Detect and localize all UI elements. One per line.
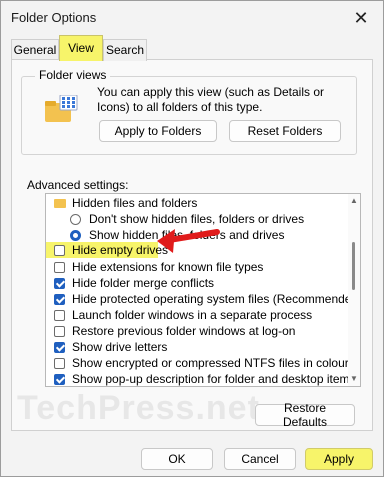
checkbox-show-encrypted-colour[interactable] [54, 358, 65, 369]
folder-icon [54, 199, 66, 208]
list-item-label: Show drive letters [72, 340, 168, 354]
checkbox-restore-previous-windows[interactable] [54, 326, 65, 337]
checkbox-show-popup-description[interactable] [54, 374, 65, 385]
checkbox-hide-protected-os-files[interactable] [54, 294, 65, 305]
reset-folders-button[interactable]: Reset Folders [229, 120, 341, 142]
apply-to-folders-button[interactable]: Apply to Folders [99, 120, 217, 142]
restore-defaults-button[interactable]: Restore Defaults [255, 401, 355, 429]
watermark: TechPress.net [17, 389, 260, 427]
list-item-label: Hide extensions for known file types [72, 260, 264, 274]
radio-dont-show-hidden[interactable] [70, 214, 81, 225]
checkbox-hide-empty-drives[interactable] [54, 245, 65, 256]
close-icon[interactable]: ✕ [347, 5, 375, 31]
checkbox-show-drive-letters[interactable] [54, 342, 65, 353]
apply-button[interactable]: Apply [305, 448, 373, 470]
folder-views-label: Folder views [35, 68, 111, 82]
list-item-label: Hide protected operating system files (R… [72, 292, 361, 306]
tab-view[interactable]: View [59, 35, 103, 61]
checkbox-hide-merge-conflicts[interactable] [54, 278, 65, 289]
folder-options-window: Folder Options ✕ General View Search Fol… [0, 0, 384, 477]
red-arrow-annotation [157, 229, 220, 253]
list-item-label: Show pop-up description for folder and d… [72, 372, 356, 386]
scroll-thumb[interactable] [352, 242, 355, 290]
list-item-label: Launch folder windows in a separate proc… [72, 308, 313, 322]
cancel-button[interactable]: Cancel [224, 448, 296, 470]
list-item-label: Restore previous folder windows at log-o… [72, 324, 296, 338]
list-scrollbar[interactable]: ▲ ▼ [348, 194, 360, 386]
ok-button[interactable]: OK [141, 448, 213, 470]
folder-views-description: You can apply this view (such as Details… [97, 85, 325, 114]
checkbox-launch-separate-process[interactable] [54, 310, 65, 321]
list-item-label: Hidden files and folders [72, 196, 198, 210]
list-item-label: Hide folder merge conflicts [72, 276, 215, 290]
folder-view-icon [45, 95, 78, 122]
tab-search[interactable]: Search [103, 39, 147, 61]
window-title: Folder Options [11, 10, 97, 25]
tab-general[interactable]: General [11, 39, 59, 61]
list-item-label: Show encrypted or compressed NTFS files … [72, 356, 349, 370]
scroll-up-icon[interactable]: ▲ [350, 196, 358, 206]
advanced-settings-label: Advanced settings: [27, 178, 129, 192]
scroll-down-icon[interactable]: ▼ [350, 374, 358, 384]
title-bar: Folder Options ✕ [1, 1, 383, 35]
checkbox-hide-extensions[interactable] [54, 262, 65, 273]
radio-show-hidden[interactable] [70, 230, 81, 241]
